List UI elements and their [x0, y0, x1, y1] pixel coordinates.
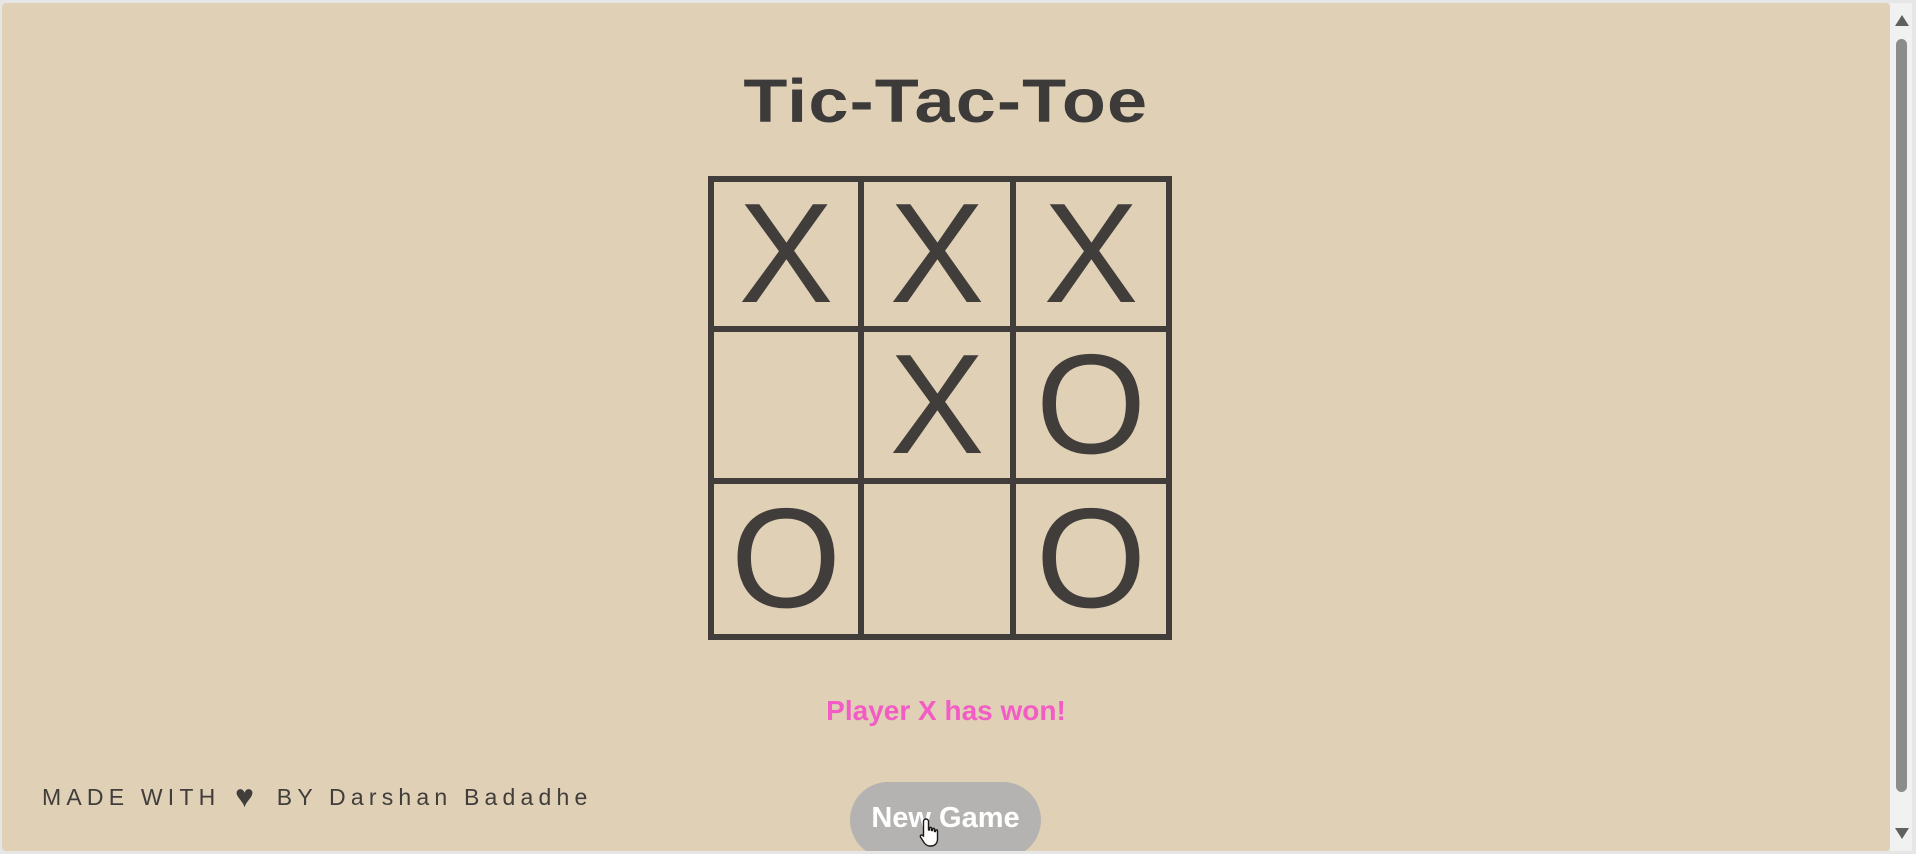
board-cell[interactable]: X	[864, 182, 1010, 326]
new-game-button[interactable]: New Game	[850, 782, 1041, 851]
scroll-down-arrow-icon[interactable]	[1895, 828, 1909, 839]
board-cell[interactable]: X	[1016, 182, 1166, 326]
vertical-scrollbar[interactable]	[1890, 3, 1912, 851]
footer-credit: MADE WITH ♥ BY Darshan Badadhe	[42, 778, 592, 815]
board-cell[interactable]: X	[864, 332, 1010, 478]
board-cell[interactable]: O	[1016, 484, 1166, 634]
board-cell[interactable]	[864, 484, 1010, 634]
game-board: X X X X O O O	[708, 176, 1172, 640]
board-cell[interactable]: O	[714, 484, 858, 634]
heart-icon: ♥	[235, 778, 260, 814]
footer-text-made-with: MADE WITH	[42, 784, 221, 810]
board-cell[interactable]: X	[714, 182, 858, 326]
scroll-up-arrow-icon[interactable]	[1895, 15, 1909, 26]
board-cell[interactable]	[714, 332, 858, 478]
board-cell[interactable]: O	[1016, 332, 1166, 478]
scrollbar-thumb[interactable]	[1896, 39, 1907, 792]
page-title: Tic-Tac-Toe	[743, 67, 1149, 135]
game-page: Tic-Tac-Toe X X X X O O O Player X has w…	[2, 3, 1890, 851]
footer-text-author: BY Darshan Badadhe	[276, 784, 593, 810]
game-status-message: Player X has won!	[826, 695, 1066, 726]
hand-pointer-cursor-icon	[919, 818, 939, 847]
